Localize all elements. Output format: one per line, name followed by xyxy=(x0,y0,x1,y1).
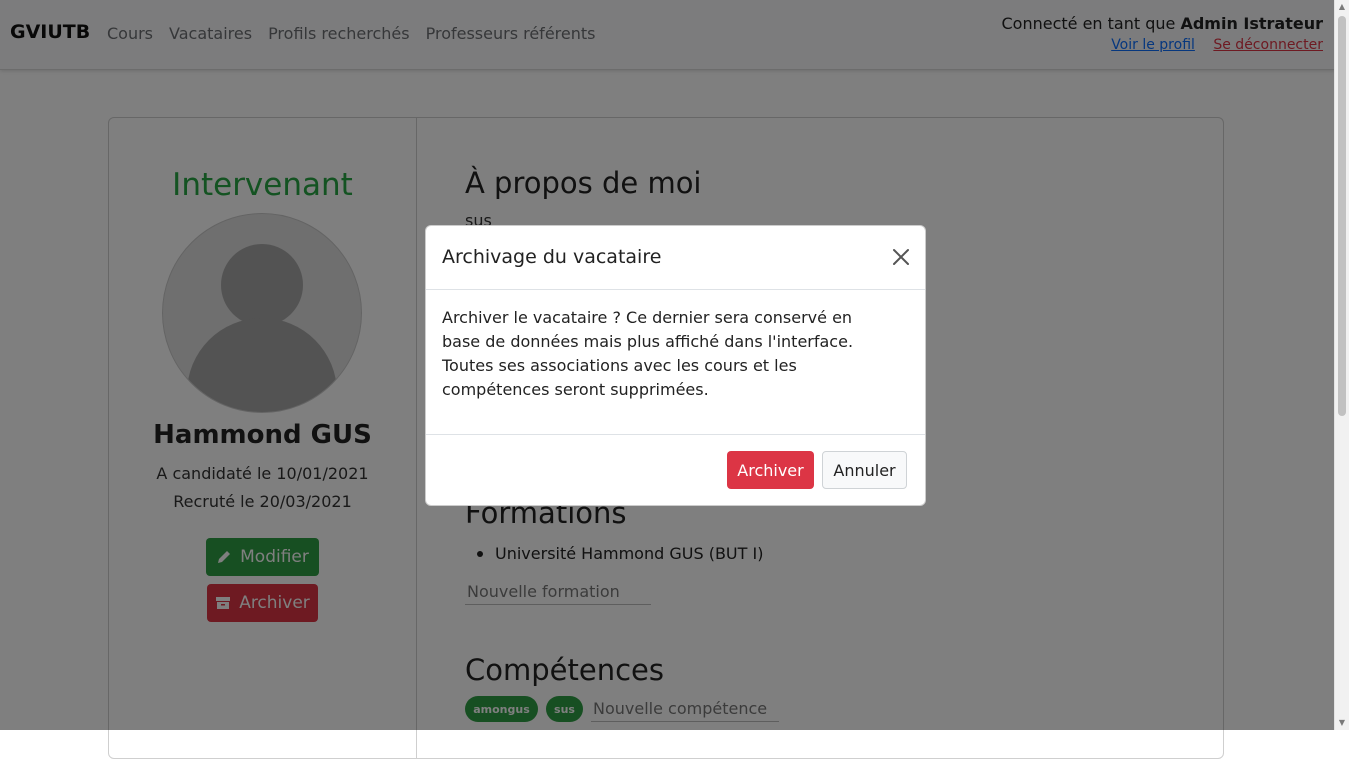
modal-header: Archivage du vacataire xyxy=(426,226,925,290)
cancel-button[interactable]: Annuler xyxy=(822,451,907,489)
scrollbar-thumb[interactable] xyxy=(1338,16,1346,416)
archive-modal: Archivage du vacataire Archiver le vacat… xyxy=(425,225,926,506)
scroll-down-icon[interactable]: ▼ xyxy=(1335,716,1349,730)
close-icon[interactable] xyxy=(891,247,911,267)
modal-footer: Archiver Annuler xyxy=(426,434,925,505)
confirm-archive-button[interactable]: Archiver xyxy=(727,451,814,489)
scroll-up-icon[interactable]: ▲ xyxy=(1335,0,1349,14)
modal-body: Archiver le vacataire ? Ce dernier sera … xyxy=(442,308,854,399)
scrollbar[interactable]: ▲ ▼ xyxy=(1334,0,1349,730)
modal-title: Archivage du vacataire xyxy=(442,246,662,268)
